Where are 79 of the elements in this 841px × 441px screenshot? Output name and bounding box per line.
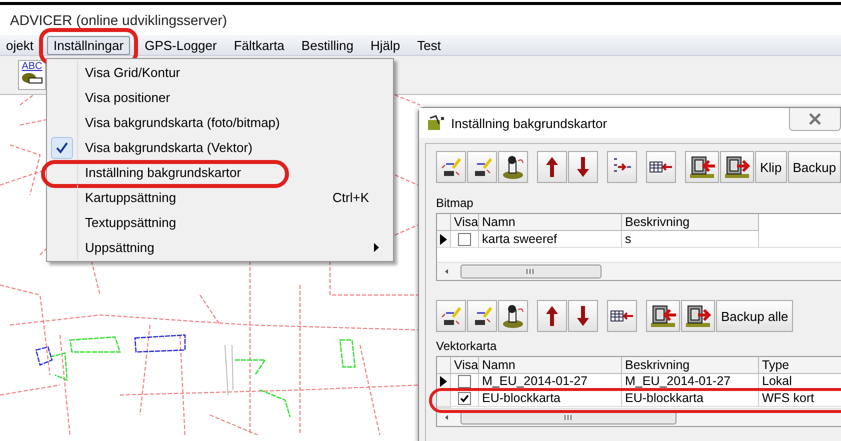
toolbar-button[interactable] <box>681 300 715 332</box>
menu-item[interactable]: Visa bakgrundskarta (Vektor) <box>78 135 393 160</box>
horizontal-scrollbar[interactable] <box>437 263 841 280</box>
stamp-icon <box>501 155 525 179</box>
menu-item[interactable]: Textuppsättning <box>78 210 393 235</box>
up-arrow-icon <box>545 156 559 178</box>
column-header: Beskrivning <box>622 214 759 231</box>
menu-bar-item[interactable]: GPS-Logger <box>138 36 223 54</box>
section-label: Vektorkarta <box>436 339 498 353</box>
toolbar-button[interactable]: Klip <box>755 151 787 183</box>
down-arrow-icon <box>576 156 590 178</box>
table-cell: M_EU_2014-01-27 <box>479 374 622 390</box>
dialog-title: Inställning bakgrundskartor <box>451 116 608 130</box>
column-header: Visa <box>451 214 479 231</box>
toolbar-button[interactable] <box>436 151 466 183</box>
checkbox[interactable] <box>458 232 471 246</box>
toolbar-button[interactable] <box>467 300 497 332</box>
column-header: Beskrivning <box>622 357 759 374</box>
menu-bar-item[interactable]: ojekt <box>0 36 40 54</box>
toolbar-button[interactable] <box>537 151 567 183</box>
row-header-cell[interactable] <box>437 231 451 248</box>
toolbar-button[interactable]: Backup <box>788 151 841 183</box>
map-folder-icon <box>427 115 445 131</box>
close-icon <box>808 113 822 125</box>
toolbar-button[interactable] <box>607 300 637 332</box>
table-cell: EU-blockkarta <box>479 391 622 406</box>
menu-item[interactable]: Visa positioner <box>78 85 393 110</box>
toolbar-button[interactable]: Backup alle <box>716 300 794 332</box>
checkbox[interactable] <box>458 392 471 405</box>
menu-bar-item[interactable]: Hjälp <box>364 36 406 54</box>
toolbar-button[interactable] <box>568 300 598 332</box>
toolbar-button[interactable] <box>685 151 719 183</box>
section-label: Bitmap <box>436 196 474 210</box>
menu-bar-item[interactable]: Fältkarta <box>228 36 290 54</box>
down-arrow-icon <box>576 305 590 327</box>
edit-grid-icon <box>440 157 462 177</box>
toolbar-button[interactable] <box>646 300 680 332</box>
column-header: Type <box>759 357 841 374</box>
menu-item[interactable]: Visa bakgrundskarta (foto/bitmap) <box>78 110 393 135</box>
abc-tool-button[interactable]: ABC <box>18 60 46 90</box>
up-arrow-icon <box>545 305 559 327</box>
toolbar-button[interactable] <box>568 151 598 183</box>
table-arrow-icon <box>649 159 673 175</box>
menu-bar-item[interactable]: Bestilling <box>295 36 360 54</box>
menu-item[interactable]: Kartuppsättning Ctrl+K <box>78 185 393 210</box>
column-header: Visa <box>451 357 479 374</box>
toolbar-button[interactable] <box>646 151 676 183</box>
toolbar-button[interactable] <box>607 151 637 183</box>
checkbox[interactable] <box>458 374 471 388</box>
toolbar-button[interactable] <box>498 300 528 332</box>
menu-item[interactable]: Visa Grid/Kontur <box>78 60 393 85</box>
menu-item[interactable]: Uppsättning <box>78 235 393 260</box>
row-header-cell[interactable] <box>437 391 451 406</box>
column-header: Namn <box>479 214 622 231</box>
table-cell: Lokal <box>759 374 841 390</box>
menu-bar-item[interactable]: Inställningar <box>47 36 130 54</box>
edit-grid-icon <box>440 306 462 326</box>
safe-arrow-icon <box>723 155 751 179</box>
table-cell: WFS kort <box>759 391 841 406</box>
map-tool-icon <box>21 72 43 84</box>
close-button[interactable] <box>789 108 841 131</box>
column-header: Namn <box>479 357 622 374</box>
toolbar-button[interactable] <box>436 300 466 332</box>
safe-arrow-icon <box>688 155 716 179</box>
toolbar-button[interactable] <box>537 300 567 332</box>
stamp-icon <box>501 304 525 328</box>
menu-item[interactable]: Inställning bakgrundskartor <box>78 160 393 185</box>
safe-arrow-icon <box>684 304 712 328</box>
menu-bar-item[interactable]: Test <box>411 36 447 54</box>
table-cell: EU-blockkarta <box>622 391 759 406</box>
toolbar-button[interactable] <box>467 151 497 183</box>
toolbar-button[interactable] <box>498 151 528 183</box>
window-title: ADVICER (online udviklingsserver) <box>10 12 228 28</box>
table-cell: karta sweeref <box>479 231 622 248</box>
table-cell: s <box>622 231 759 248</box>
toolbar-button[interactable] <box>720 151 754 183</box>
table-cell: M_EU_2014-01-27 <box>622 374 759 390</box>
table-arrow-icon <box>610 308 634 324</box>
safe-arrow-icon <box>649 304 677 328</box>
